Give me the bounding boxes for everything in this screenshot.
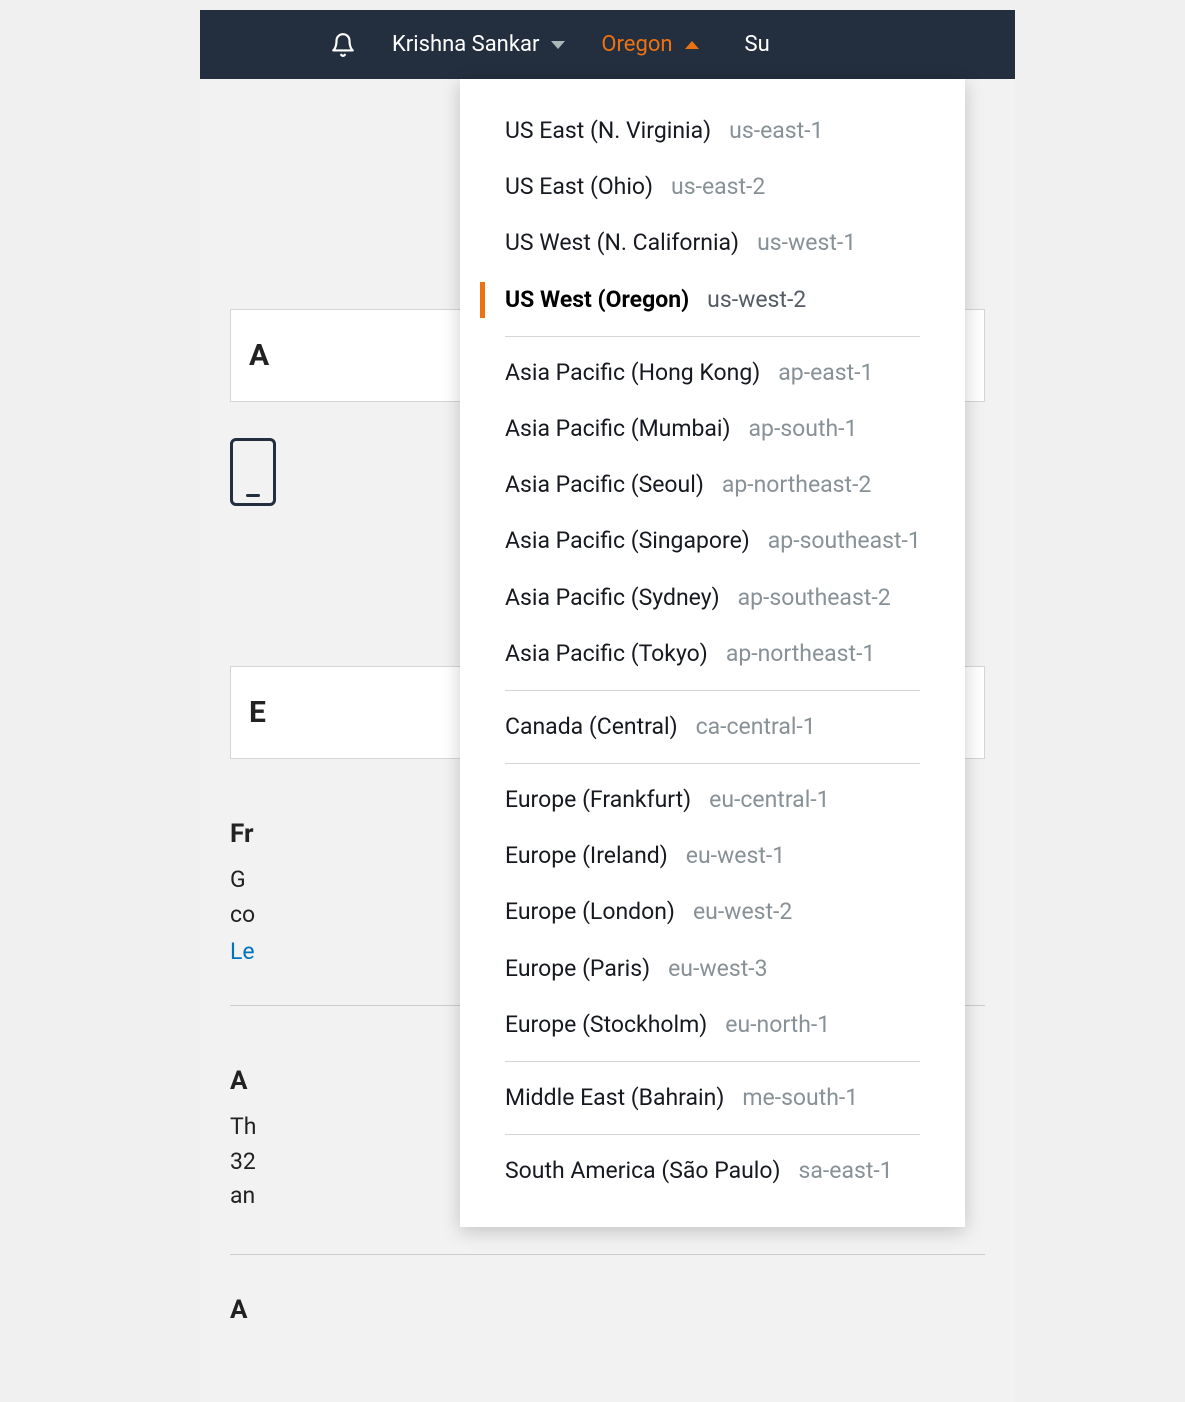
region-name: US East (N. Virginia) (505, 115, 711, 147)
region-code: sa-east-1 (799, 1155, 893, 1187)
region-name: Europe (London) (505, 896, 675, 928)
account-label: Krishna Sankar (392, 32, 539, 57)
chevron-up-icon (685, 41, 699, 49)
region-name: Middle East (Bahrain) (505, 1082, 724, 1114)
region-item[interactable]: Europe (Stockholm) eu-north-1 (460, 997, 965, 1053)
region-item[interactable]: Asia Pacific (Singapore) ap-southeast-1 (460, 513, 965, 569)
region-item[interactable]: US West (N. California) us-west-1 (460, 215, 965, 271)
account-menu[interactable]: Krishna Sankar (392, 32, 565, 57)
region-code: eu-north-1 (725, 1009, 830, 1041)
region-code: eu-west-2 (693, 896, 792, 928)
mobile-device-icon (230, 438, 276, 506)
region-item[interactable]: Asia Pacific (Seoul) ap-northeast-2 (460, 457, 965, 513)
heading-3: A (230, 1295, 985, 1325)
region-item[interactable]: US West (Oregon) us-west-2 (460, 272, 965, 328)
region-name: Asia Pacific (Hong Kong) (505, 357, 760, 389)
region-name: US West (Oregon) (505, 284, 689, 316)
region-item[interactable]: Asia Pacific (Tokyo) ap-northeast-1 (460, 626, 965, 682)
region-name: Asia Pacific (Seoul) (505, 469, 704, 501)
region-name: Europe (Stockholm) (505, 1009, 707, 1041)
region-code: ap-southeast-2 (738, 582, 891, 614)
support-label: Su (745, 32, 770, 57)
region-code: us-east-2 (671, 171, 765, 203)
region-name: South America (São Paulo) (505, 1155, 781, 1187)
region-item[interactable]: US East (N. Virginia) us-east-1 (460, 103, 965, 159)
region-code: eu-central-1 (709, 784, 829, 816)
region-code: us-west-1 (757, 227, 856, 259)
region-label: Oregon (601, 32, 672, 57)
region-group-divider (505, 1134, 920, 1135)
region-dropdown: US East (N. Virginia) us-east-1 US East (O… (460, 79, 965, 1227)
region-code: us-west-2 (707, 284, 806, 316)
region-group-divider (505, 1061, 920, 1062)
region-name: Asia Pacific (Sydney) (505, 582, 720, 614)
region-code: ap-east-1 (778, 357, 873, 389)
divider (230, 1254, 985, 1255)
page-frame: Krishna Sankar Oregon Su A E Fr G co Le … (200, 10, 1015, 1402)
region-name: Asia Pacific (Tokyo) (505, 638, 708, 670)
region-code: eu-west-3 (668, 953, 767, 985)
region-item[interactable]: Asia Pacific (Sydney) ap-southeast-2 (460, 570, 965, 626)
region-name: US West (N. California) (505, 227, 739, 259)
support-menu[interactable]: Su (745, 32, 770, 57)
region-code: us-east-1 (729, 115, 823, 147)
region-item[interactable]: Asia Pacific (Hong Kong) ap-east-1 (460, 345, 965, 401)
region-code: ap-northeast-1 (726, 638, 876, 670)
region-name: Asia Pacific (Singapore) (505, 525, 750, 557)
region-group-divider (505, 690, 920, 691)
region-item[interactable]: Europe (Ireland) eu-west-1 (460, 828, 965, 884)
region-code: ap-southeast-1 (768, 525, 921, 557)
region-name: US East (Ohio) (505, 171, 653, 203)
region-name: Canada (Central) (505, 711, 678, 743)
region-name: Europe (Frankfurt) (505, 784, 691, 816)
region-code: ap-south-1 (749, 413, 858, 445)
panel-1-title: A (249, 338, 269, 373)
region-menu[interactable]: Oregon (601, 32, 698, 57)
region-name: Asia Pacific (Mumbai) (505, 413, 731, 445)
region-item[interactable]: South America (São Paulo) sa-east-1 (460, 1143, 965, 1199)
notifications-icon[interactable] (330, 30, 356, 60)
region-item[interactable]: Middle East (Bahrain) me-south-1 (460, 1070, 965, 1126)
region-item[interactable]: Europe (London) eu-west-2 (460, 884, 965, 940)
region-code: eu-west-1 (686, 840, 785, 872)
region-item[interactable]: Canada (Central) ca-central-1 (460, 699, 965, 755)
region-item[interactable]: US East (Ohio) us-east-2 (460, 159, 965, 215)
region-group-divider (505, 336, 920, 337)
region-name: Europe (Paris) (505, 953, 650, 985)
region-item[interactable]: Europe (Paris) eu-west-3 (460, 941, 965, 997)
region-code: ap-northeast-2 (722, 469, 872, 501)
region-code: me-south-1 (742, 1082, 858, 1114)
topbar: Krishna Sankar Oregon Su (200, 10, 1015, 79)
chevron-down-icon (551, 41, 565, 49)
region-name: Europe (Ireland) (505, 840, 668, 872)
region-item[interactable]: Asia Pacific (Mumbai) ap-south-1 (460, 401, 965, 457)
region-group-divider (505, 763, 920, 764)
region-code: ca-central-1 (696, 711, 816, 743)
region-item[interactable]: Europe (Frankfurt) eu-central-1 (460, 772, 965, 828)
panel-2-title: E (249, 695, 266, 730)
